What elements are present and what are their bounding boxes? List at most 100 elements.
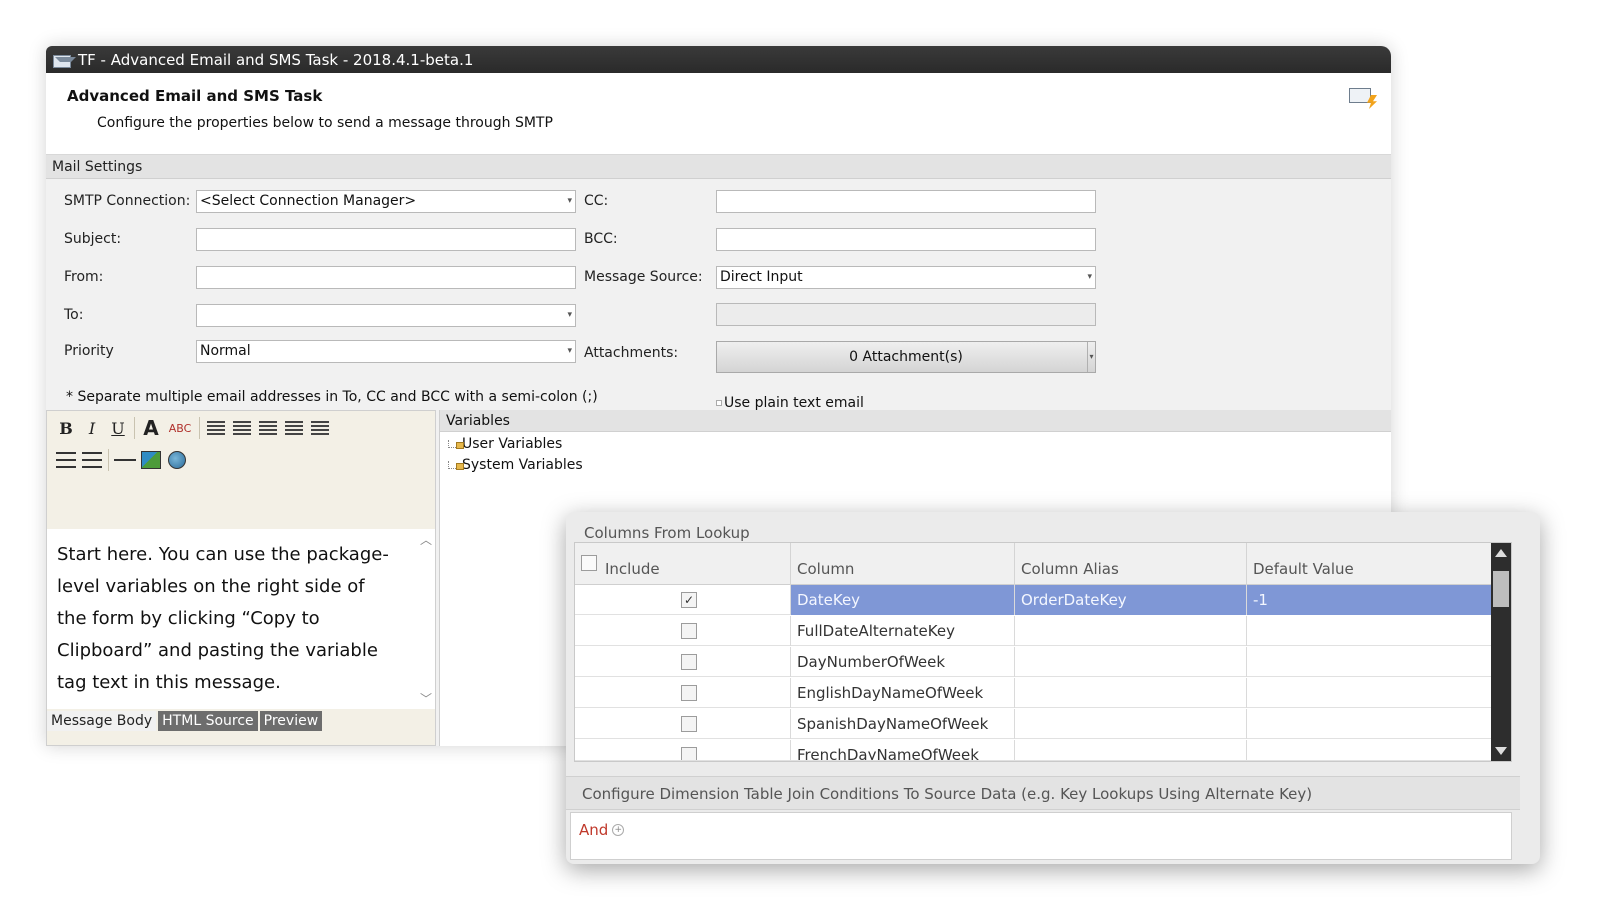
default-cell[interactable] — [1247, 709, 1493, 739]
alias-cell[interactable] — [1015, 678, 1247, 708]
tab-preview[interactable]: Preview — [259, 711, 323, 731]
priority-select[interactable]: Normal ▾ — [196, 340, 576, 363]
alias-cell[interactable] — [1015, 740, 1247, 760]
cc-field[interactable] — [716, 190, 1096, 213]
table-row[interactable]: EnglishDayNameOfWeek — [575, 678, 1493, 708]
and-label: And — [579, 821, 609, 839]
add-condition-icon[interactable]: + — [612, 824, 625, 836]
default-cell[interactable] — [1247, 678, 1493, 708]
insert-image-icon[interactable] — [138, 447, 164, 473]
columns-from-lookup-panel: Columns From Lookup Include Column Colum… — [566, 512, 1540, 864]
column-header-alias[interactable]: Column Alias — [1015, 543, 1247, 585]
tree-item-system-variables[interactable]: System Variables — [448, 457, 583, 473]
spellcheck-button[interactable]: ABC — [164, 415, 196, 441]
include-checkbox[interactable]: ✓ — [681, 592, 697, 608]
column-header-include[interactable]: Include — [575, 543, 791, 585]
table-row[interactable]: FullDateAlternateKey — [575, 616, 1493, 646]
horizontal-rule-icon[interactable] — [112, 447, 138, 473]
column-header-default[interactable]: Default Value — [1247, 543, 1493, 585]
dialog-title: Advanced Email and SMS Task — [67, 87, 323, 105]
grid-scrollbar[interactable] — [1491, 543, 1511, 761]
alias-cell[interactable] — [1015, 647, 1247, 677]
dropdown-arrow-icon[interactable]: ▾ — [567, 341, 572, 362]
from-field[interactable] — [196, 266, 576, 289]
include-checkbox[interactable] — [681, 716, 697, 732]
plain-text-label: Use plain text email — [724, 395, 864, 411]
variables-header: Variables — [440, 410, 1391, 432]
subject-label: Subject: — [64, 231, 122, 247]
align-right-icon[interactable] — [255, 415, 281, 441]
table-row[interactable]: ✓ DateKey OrderDateKey -1 — [575, 585, 1493, 615]
table-row[interactable]: FrenchDayNameOfWeek — [575, 740, 1493, 761]
include-checkbox[interactable] — [681, 685, 697, 701]
scroll-up-icon[interactable]: ︿ — [420, 531, 432, 548]
font-color-button[interactable]: A — [138, 415, 164, 441]
default-cell[interactable]: -1 — [1247, 585, 1493, 615]
email-task-icon — [52, 52, 76, 68]
table-row[interactable]: SpanishDayNameOfWeek — [575, 709, 1493, 739]
tab-message-body[interactable]: Message Body — [47, 711, 157, 731]
bcc-label: BCC: — [584, 231, 618, 247]
tree-item-label: User Variables — [462, 436, 563, 452]
bold-button[interactable]: B — [53, 415, 79, 441]
toolbar-separator — [108, 449, 109, 471]
priority-label: Priority — [64, 343, 114, 359]
outdent-icon[interactable] — [307, 415, 333, 441]
message-body-editor[interactable]: Start here. You can use the package-leve… — [47, 529, 435, 709]
plain-text-checkbox[interactable] — [716, 400, 722, 406]
scroll-down-icon[interactable]: ﹀ — [420, 690, 432, 707]
alias-cell[interactable] — [1015, 616, 1247, 646]
include-cell — [575, 678, 791, 708]
dropdown-arrow-icon[interactable]: ▾ — [1087, 342, 1095, 372]
dropdown-arrow-icon[interactable]: ▾ — [567, 305, 572, 326]
toolbar-separator — [199, 417, 200, 439]
include-checkbox[interactable] — [681, 747, 697, 760]
title-bar: TF - Advanced Email and SMS Task - 2018.… — [46, 46, 1391, 73]
join-conditions-editor[interactable]: And + — [570, 812, 1512, 860]
smtp-connection-label: SMTP Connection: — [64, 193, 191, 209]
scroll-down-icon[interactable] — [1495, 747, 1507, 755]
plain-text-option[interactable]: Use plain text email — [716, 395, 864, 411]
message-body-text[interactable]: Start here. You can use the package-leve… — [57, 539, 397, 699]
subject-field[interactable] — [196, 228, 576, 251]
insert-link-icon[interactable] — [164, 447, 190, 473]
default-cell[interactable] — [1247, 740, 1493, 760]
smtp-connection-select[interactable]: <Select Connection Manager> ▾ — [196, 190, 576, 213]
column-cell: SpanishDayNameOfWeek — [791, 709, 1015, 739]
default-cell[interactable] — [1247, 616, 1493, 646]
tree-item-user-variables[interactable]: User Variables — [448, 436, 562, 452]
tab-html-source[interactable]: HTML Source — [158, 711, 258, 731]
to-field[interactable]: ▾ — [196, 304, 576, 327]
table-row[interactable]: DayNumberOfWeek — [575, 647, 1493, 677]
message-editor: B I U A ABC Start here. You can use the … — [46, 410, 436, 746]
scrollbar-thumb[interactable] — [1493, 571, 1509, 607]
message-source-select[interactable]: Direct Input ▾ — [716, 266, 1096, 289]
include-checkbox[interactable] — [681, 654, 697, 670]
select-all-checkbox[interactable] — [581, 555, 597, 571]
grid-header: Include Column Column Alias Default Valu… — [575, 543, 1493, 585]
dropdown-arrow-icon[interactable]: ▾ — [1087, 267, 1092, 288]
underline-button[interactable]: U — [105, 415, 131, 441]
and-group[interactable]: And + — [579, 821, 625, 839]
editor-tabs: Message Body HTML Source Preview — [47, 711, 323, 731]
default-cell[interactable] — [1247, 647, 1493, 677]
include-cell: ✓ — [575, 585, 791, 615]
editor-scrollbar[interactable]: ︿ ﹀ — [417, 529, 435, 709]
alias-cell[interactable] — [1015, 709, 1247, 739]
numbered-list-icon[interactable] — [79, 447, 105, 473]
editor-toolbar-row-1: B I U A ABC — [53, 413, 333, 443]
align-center-icon[interactable] — [229, 415, 255, 441]
indent-icon[interactable] — [281, 415, 307, 441]
scroll-up-icon[interactable] — [1495, 549, 1507, 557]
bcc-field[interactable] — [716, 228, 1096, 251]
dropdown-arrow-icon[interactable]: ▾ — [567, 191, 572, 212]
align-left-icon[interactable] — [203, 415, 229, 441]
attachments-button[interactable]: 0 Attachment(s) ▾ — [716, 341, 1096, 373]
include-checkbox[interactable] — [681, 623, 697, 639]
italic-button[interactable]: I — [79, 415, 105, 441]
bulleted-list-icon[interactable] — [53, 447, 79, 473]
alias-cell[interactable]: OrderDateKey — [1015, 585, 1247, 615]
message-source-value: Direct Input — [720, 269, 803, 285]
column-header-column[interactable]: Column — [791, 543, 1015, 585]
column-cell: EnglishDayNameOfWeek — [791, 678, 1015, 708]
